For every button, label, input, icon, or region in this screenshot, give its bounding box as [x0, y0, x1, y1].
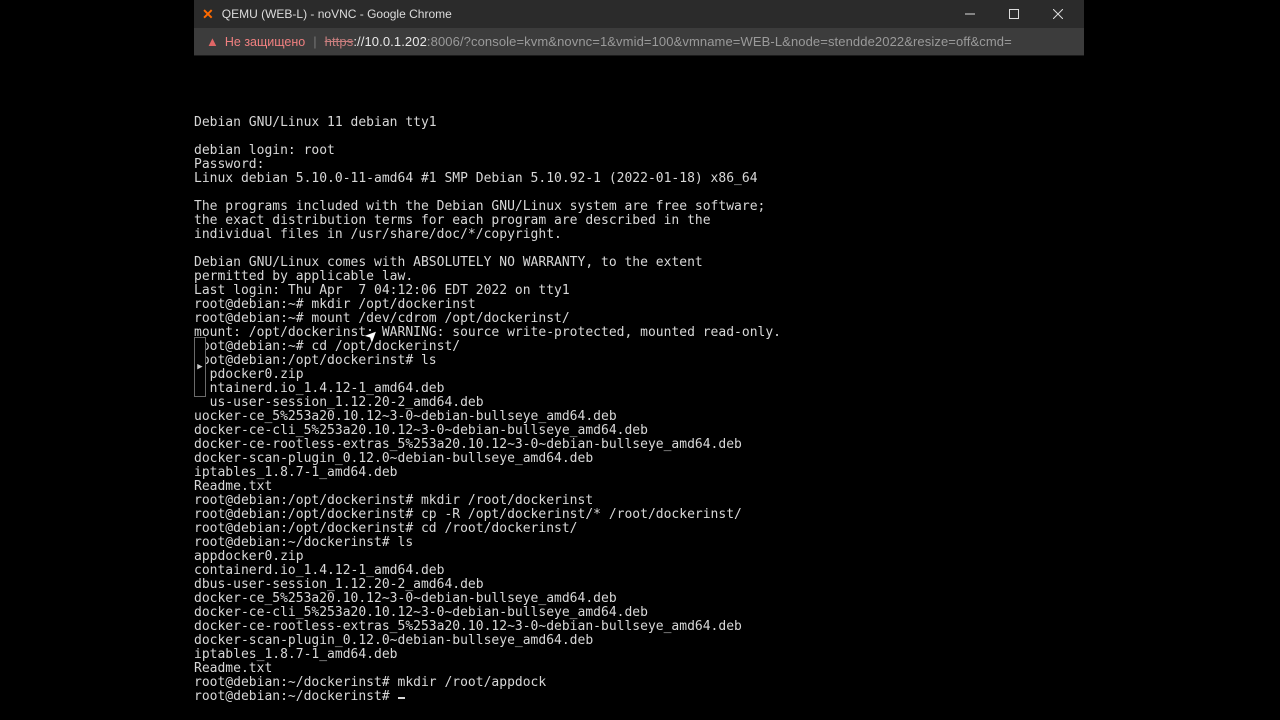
window-title: QEMU (WEB-L) - noVNC - Google Chrome	[222, 7, 452, 21]
maximize-button[interactable]	[992, 0, 1036, 28]
terminal-cursor	[398, 697, 405, 699]
terminal-line: us-user-session_1.12.20-2_amd64.deb	[194, 396, 1084, 410]
minimize-button[interactable]	[948, 0, 992, 28]
terminal-line: docker-scan-plugin_0.12.0~debian-bullsey…	[194, 452, 1084, 466]
terminal-line: root@debian:~# cd /opt/dockerinst/	[194, 340, 1084, 354]
titlebar[interactable]: ✕ QEMU (WEB-L) - noVNC - Google Chrome	[194, 0, 1084, 28]
terminal-line: ntainerd.io_1.4.12-1_amd64.deb	[194, 382, 1084, 396]
security-warning[interactable]: ▲ Не защищено	[206, 34, 305, 49]
terminal-line: Last login: Thu Apr 7 04:12:06 EDT 2022 …	[194, 284, 1084, 298]
terminal-line: Password:	[194, 158, 1084, 172]
url-scheme: https	[325, 34, 354, 49]
terminal-line: dbus-user-session_1.12.20-2_amd64.deb	[194, 578, 1084, 592]
terminal-line: docker-ce-rootless-extras_5%253a20.10.12…	[194, 620, 1084, 634]
terminal-line: docker-ce-rootless-extras_5%253a20.10.12…	[194, 438, 1084, 452]
window-controls	[948, 0, 1080, 28]
close-button[interactable]	[1036, 0, 1080, 28]
terminal-line: root@debian:/opt/dockerinst# ls	[194, 354, 1084, 368]
terminal-line: appdocker0.zip	[194, 550, 1084, 564]
terminal-line: docker-ce-cli_5%253a20.10.12~3-0~debian-…	[194, 606, 1084, 620]
terminal-line: root@debian:/opt/dockerinst# cd /root/do…	[194, 522, 1084, 536]
url-host: ://10.0.1.202	[353, 34, 427, 49]
terminal-line	[194, 186, 1084, 200]
terminal-line: the exact distribution terms for each pr…	[194, 214, 1084, 228]
terminal-line: root@debian:~# mount /dev/cdrom /opt/doc…	[194, 312, 1084, 326]
terminal-viewport[interactable]: ▶ Debian GNU/Linux 11 debian tty1 debian …	[194, 56, 1084, 720]
terminal-line: debian login: root	[194, 144, 1084, 158]
terminal-line: The programs included with the Debian GN…	[194, 200, 1084, 214]
terminal-line: Debian GNU/Linux comes with ABSOLUTELY N…	[194, 256, 1084, 270]
terminal-line	[194, 242, 1084, 256]
terminal-line: root@debian:~/dockerinst# ls	[194, 536, 1084, 550]
address-bar[interactable]: ▲ Не защищено | https://10.0.1.202:8006/…	[194, 28, 1084, 56]
terminal-line: docker-ce_5%253a20.10.12~3-0~debian-bull…	[194, 592, 1084, 606]
terminal-line: individual files in /usr/share/doc/*/cop…	[194, 228, 1084, 242]
url-path: :8006/?console=kvm&novnc=1&vmid=100&vmna…	[427, 34, 1012, 49]
terminal-line: Readme.txt	[194, 480, 1084, 494]
terminal-line: Readme.txt	[194, 662, 1084, 676]
terminal-line: root@debian:/opt/dockerinst# cp -R /opt/…	[194, 508, 1084, 522]
url-display[interactable]: https://10.0.1.202:8006/?console=kvm&nov…	[325, 34, 1012, 49]
terminal-line: root@debian:~# mkdir /opt/dockerinst	[194, 298, 1084, 312]
terminal-line: containerd.io_1.4.12-1_amd64.deb	[194, 564, 1084, 578]
terminal-line: iptables_1.8.7-1_amd64.deb	[194, 648, 1084, 662]
security-text: Не защищено	[225, 35, 305, 49]
terminal-line: uocker-ce_5%253a20.10.12~3-0~debian-bull…	[194, 410, 1084, 424]
terminal-line: permitted by applicable law.	[194, 270, 1084, 284]
warning-icon: ▲	[206, 34, 219, 49]
terminal-line: docker-scan-plugin_0.12.0~debian-bullsey…	[194, 634, 1084, 648]
terminal-line: root@debian:~/dockerinst#	[194, 690, 1084, 704]
terminal-line: root@debian:~/dockerinst# mkdir /root/ap…	[194, 676, 1084, 690]
terminal-line: root@debian:/opt/dockerinst# mkdir /root…	[194, 494, 1084, 508]
terminal-line: iptables_1.8.7-1_amd64.deb	[194, 466, 1084, 480]
browser-window: ✕ QEMU (WEB-L) - noVNC - Google Chrome ▲…	[194, 0, 1084, 720]
terminal-line: Debian GNU/Linux 11 debian tty1	[194, 116, 1084, 130]
terminal-line: mount: /opt/dockerinst: WARNING: source …	[194, 326, 1084, 340]
novnc-panel-handle[interactable]: ▶	[194, 337, 206, 397]
terminal-line: docker-ce-cli_5%253a20.10.12~3-0~debian-…	[194, 424, 1084, 438]
proxmox-logo-icon: ✕	[202, 7, 214, 21]
terminal-line: pdocker0.zip	[194, 368, 1084, 382]
terminal-line: Linux debian 5.10.0-11-amd64 #1 SMP Debi…	[194, 172, 1084, 186]
terminal-line	[194, 130, 1084, 144]
divider: |	[313, 34, 316, 49]
